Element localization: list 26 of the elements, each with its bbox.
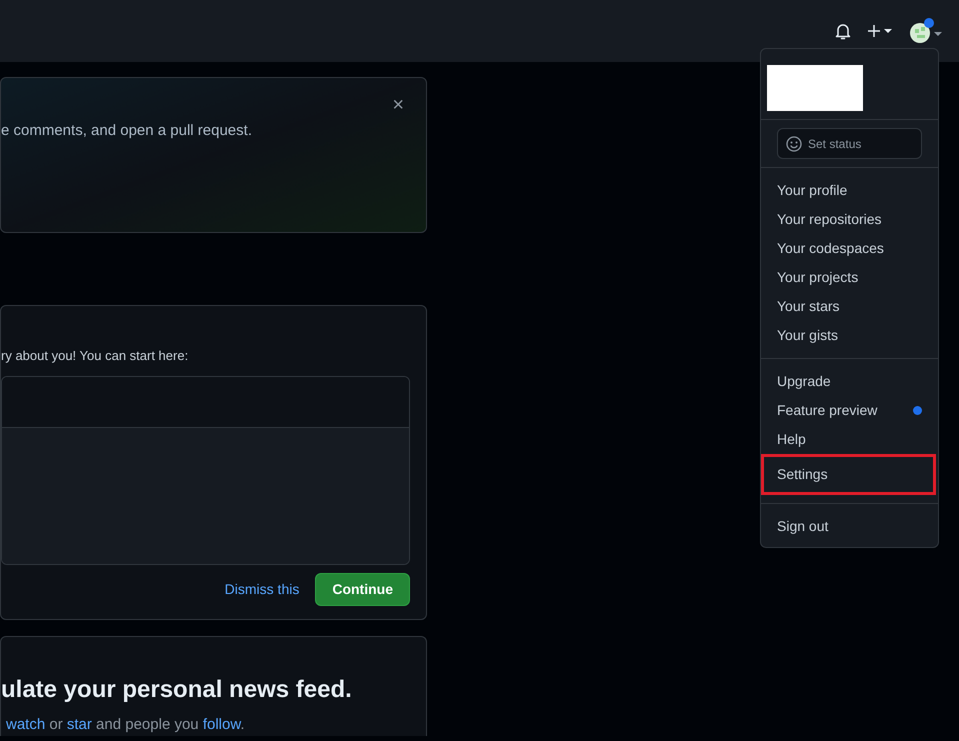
smiley-icon bbox=[786, 136, 802, 152]
menu-item[interactable]: Your gists bbox=[761, 321, 938, 350]
dismiss-link[interactable]: Dismiss this bbox=[224, 578, 300, 600]
menu-item[interactable]: Settings bbox=[761, 454, 936, 495]
menu-item[interactable]: Sign out bbox=[761, 512, 938, 541]
menu-item[interactable]: Your profile bbox=[761, 176, 938, 205]
menu-item[interactable]: Your projects bbox=[761, 263, 938, 292]
close-button[interactable]: × bbox=[386, 94, 410, 116]
set-status-button[interactable]: Set status bbox=[777, 128, 922, 159]
menu-item[interactable]: Your repositories bbox=[761, 205, 938, 234]
menu-item[interactable]: Your codespaces bbox=[761, 234, 938, 263]
create-menu-button[interactable] bbox=[867, 24, 893, 38]
avatar-menu-button[interactable] bbox=[909, 17, 943, 45]
readme-prompt: ry about you! You can start here: bbox=[1, 347, 190, 365]
menu-item[interactable]: Help bbox=[761, 425, 938, 454]
notification-bell-icon[interactable] bbox=[835, 22, 851, 40]
feed-link[interactable]: star bbox=[66, 716, 92, 733]
news-feed-text: watch or star and people you follow. bbox=[5, 715, 246, 735]
feed-link[interactable]: follow bbox=[202, 716, 240, 733]
banner-text: e comments, and open a pull request. bbox=[1, 121, 253, 141]
feed-link[interactable]: watch bbox=[6, 716, 46, 733]
continue-button[interactable]: Continue bbox=[315, 572, 410, 606]
menu-item[interactable]: Your stars bbox=[761, 292, 938, 321]
menu-item[interactable]: Feature preview bbox=[761, 396, 938, 425]
news-feed-heading: ulate your personal news feed. bbox=[1, 675, 353, 705]
menu-item[interactable]: Upgrade bbox=[761, 367, 938, 396]
